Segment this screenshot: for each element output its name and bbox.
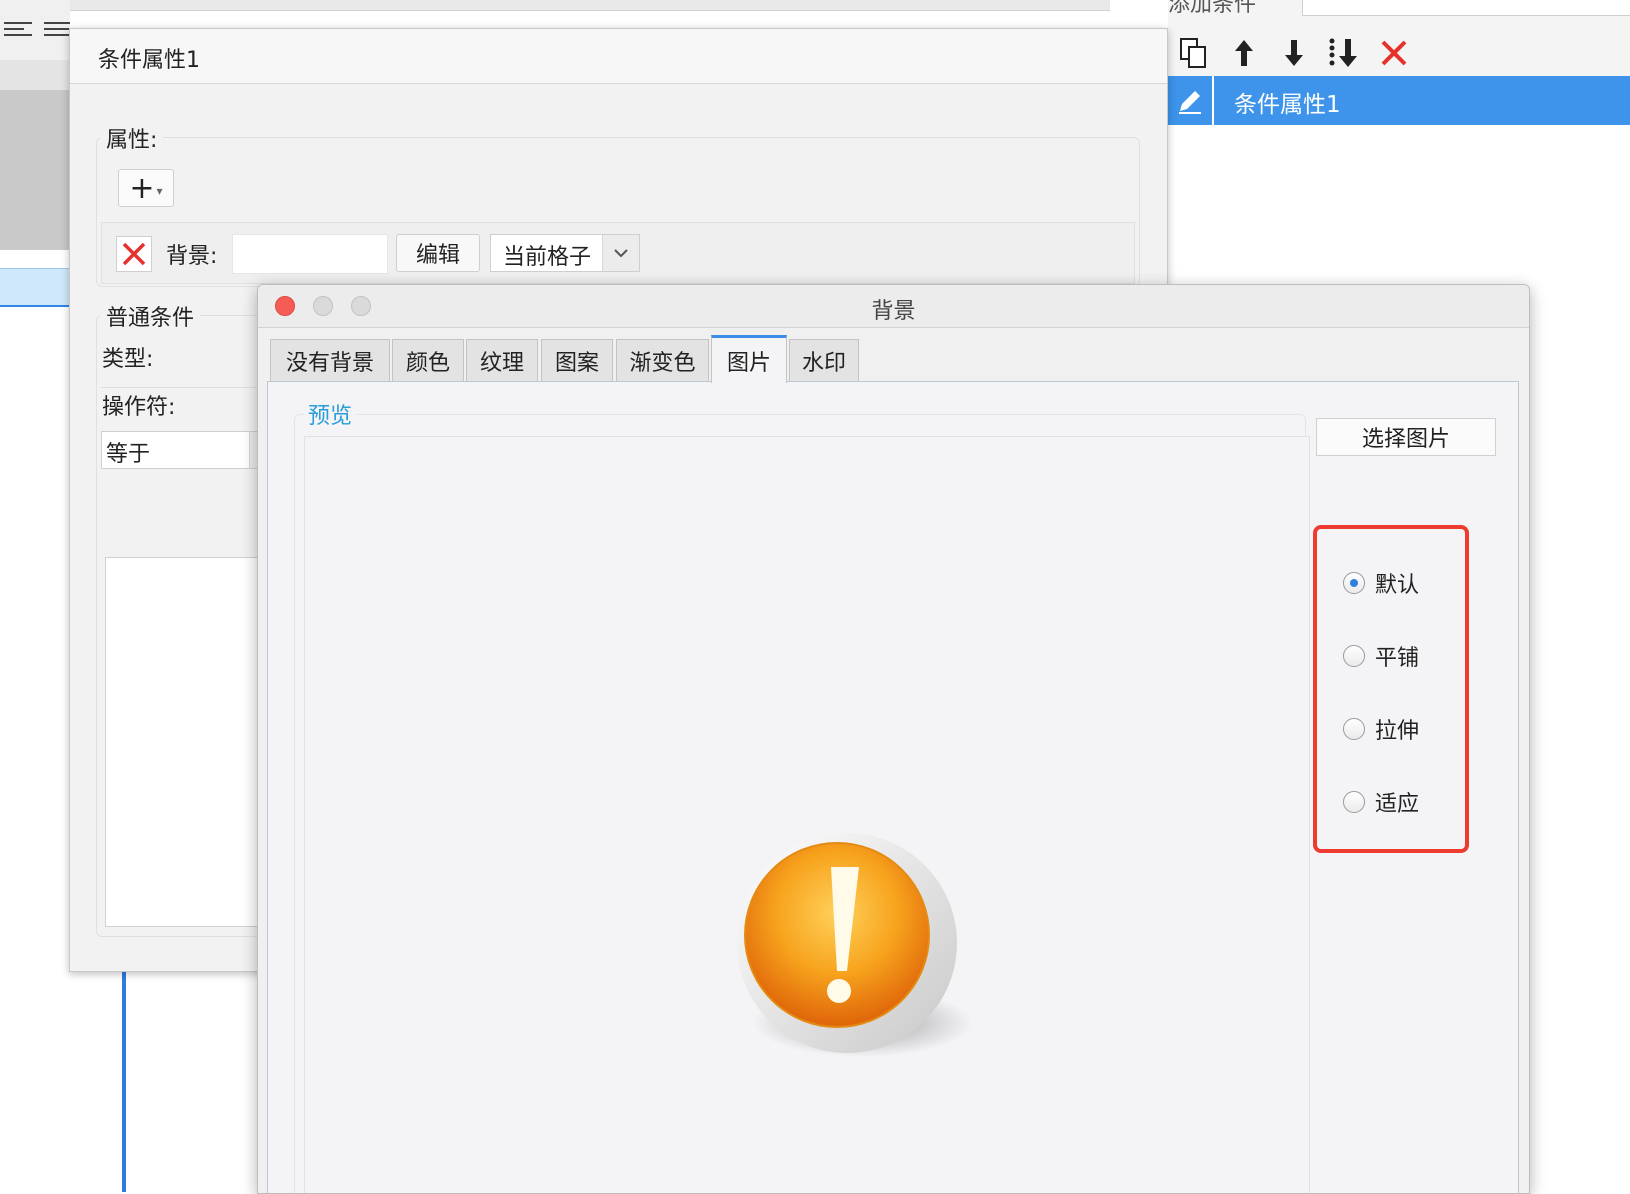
align-justify-icon[interactable] xyxy=(44,22,72,46)
warning-icon xyxy=(737,833,973,1057)
tab-gradient[interactable]: 渐变色 xyxy=(616,339,709,381)
tab-no-background[interactable]: 没有背景 xyxy=(270,339,390,381)
layout-option-default[interactable]: 默认 xyxy=(1343,567,1419,599)
chevron-down-icon xyxy=(602,235,639,271)
scope-select-value: 当前格子 xyxy=(503,245,592,270)
radio-stretch[interactable] xyxy=(1343,718,1365,740)
tab-color[interactable]: 颜色 xyxy=(392,339,464,381)
radio-fit[interactable] xyxy=(1343,791,1365,813)
main-toolbar xyxy=(0,0,1110,11)
condition-item-selected[interactable]: 条件属性1 xyxy=(1168,76,1630,125)
delete-icon[interactable] xyxy=(1376,36,1412,70)
tab-image[interactable]: 图片 xyxy=(711,335,787,383)
sheet-area xyxy=(0,90,70,250)
image-preview xyxy=(304,436,1310,1193)
minimize-window-button[interactable] xyxy=(313,296,333,316)
edit-button[interactable]: 编辑 xyxy=(396,234,480,272)
dialog-titlebar: 条件属性1 xyxy=(70,29,1167,84)
dialog-title: 条件属性1 xyxy=(98,48,200,73)
add-icon: + xyxy=(129,170,155,206)
background-label: 背景: xyxy=(166,244,218,269)
layout-option-label: 默认 xyxy=(1375,573,1420,598)
preview-legend: 预览 xyxy=(304,398,357,430)
background-attribute-row: 背景: 编辑 当前格子 xyxy=(101,222,1135,284)
background-preview-field[interactable] xyxy=(232,234,388,274)
radio-default[interactable] xyxy=(1343,572,1365,594)
copy-icon[interactable] xyxy=(1176,36,1212,70)
remove-attribute-button[interactable] xyxy=(116,236,152,272)
layout-option-tile[interactable]: 平铺 xyxy=(1343,640,1419,672)
panel-header-label: 添加条件 xyxy=(1168,0,1257,17)
operator-select-value: 等于 xyxy=(106,442,151,467)
image-tab-panel: 预览 选择图片 默认 平铺 拉伸 适应 xyxy=(267,381,1519,1193)
attributes-legend: 属性: xyxy=(100,122,164,154)
move-bottom-icon[interactable] xyxy=(1326,36,1362,70)
dialog-titlebar: 背景 xyxy=(258,285,1529,328)
radio-tile[interactable] xyxy=(1343,645,1365,667)
selected-row-band xyxy=(0,268,70,307)
add-attribute-button[interactable]: + ▾ xyxy=(118,169,174,207)
scope-select[interactable]: 当前格子 xyxy=(490,234,640,272)
format-toolbar xyxy=(0,0,70,60)
tab-pattern[interactable]: 图案 xyxy=(541,339,613,381)
dialog-title: 背景 xyxy=(871,299,916,324)
layout-option-label: 拉伸 xyxy=(1375,719,1420,744)
tab-texture[interactable]: 纹理 xyxy=(466,339,538,381)
type-label: 类型: xyxy=(102,347,154,372)
condition-item-label: 条件属性1 xyxy=(1234,92,1341,118)
layout-option-fit[interactable]: 适应 xyxy=(1343,786,1419,818)
operator-label: 操作符: xyxy=(102,395,176,420)
condition-name-input[interactable] xyxy=(1302,0,1630,16)
layout-option-label: 适应 xyxy=(1375,792,1420,817)
background-dialog: 背景 没有背景 颜色 纹理 图案 渐变色 水印 预览 选择图片 默认 平铺 拉伸… xyxy=(257,284,1530,1194)
image-layout-options: 默认 平铺 拉伸 适应 xyxy=(1313,525,1469,853)
panel-toolbar xyxy=(1168,28,1630,77)
remove-icon xyxy=(122,242,146,266)
maximize-window-button[interactable] xyxy=(351,296,371,316)
selection-line xyxy=(122,970,126,1192)
ruler xyxy=(0,60,70,91)
pencil-icon xyxy=(1168,76,1214,125)
chevron-down-icon: ▾ xyxy=(156,184,163,198)
panel-header: 添加条件 xyxy=(1168,0,1630,29)
arrow-up-icon[interactable] xyxy=(1226,36,1262,70)
tab-watermark[interactable]: 水印 xyxy=(789,339,859,381)
layout-option-stretch[interactable]: 拉伸 xyxy=(1343,713,1419,745)
choose-image-button[interactable]: 选择图片 xyxy=(1316,418,1496,456)
close-window-button[interactable] xyxy=(275,296,295,316)
arrow-down-icon[interactable] xyxy=(1276,36,1312,70)
align-left-icon[interactable] xyxy=(4,22,32,46)
normal-condition-legend: 普通条件 xyxy=(100,300,201,332)
layout-option-label: 平铺 xyxy=(1375,646,1420,671)
